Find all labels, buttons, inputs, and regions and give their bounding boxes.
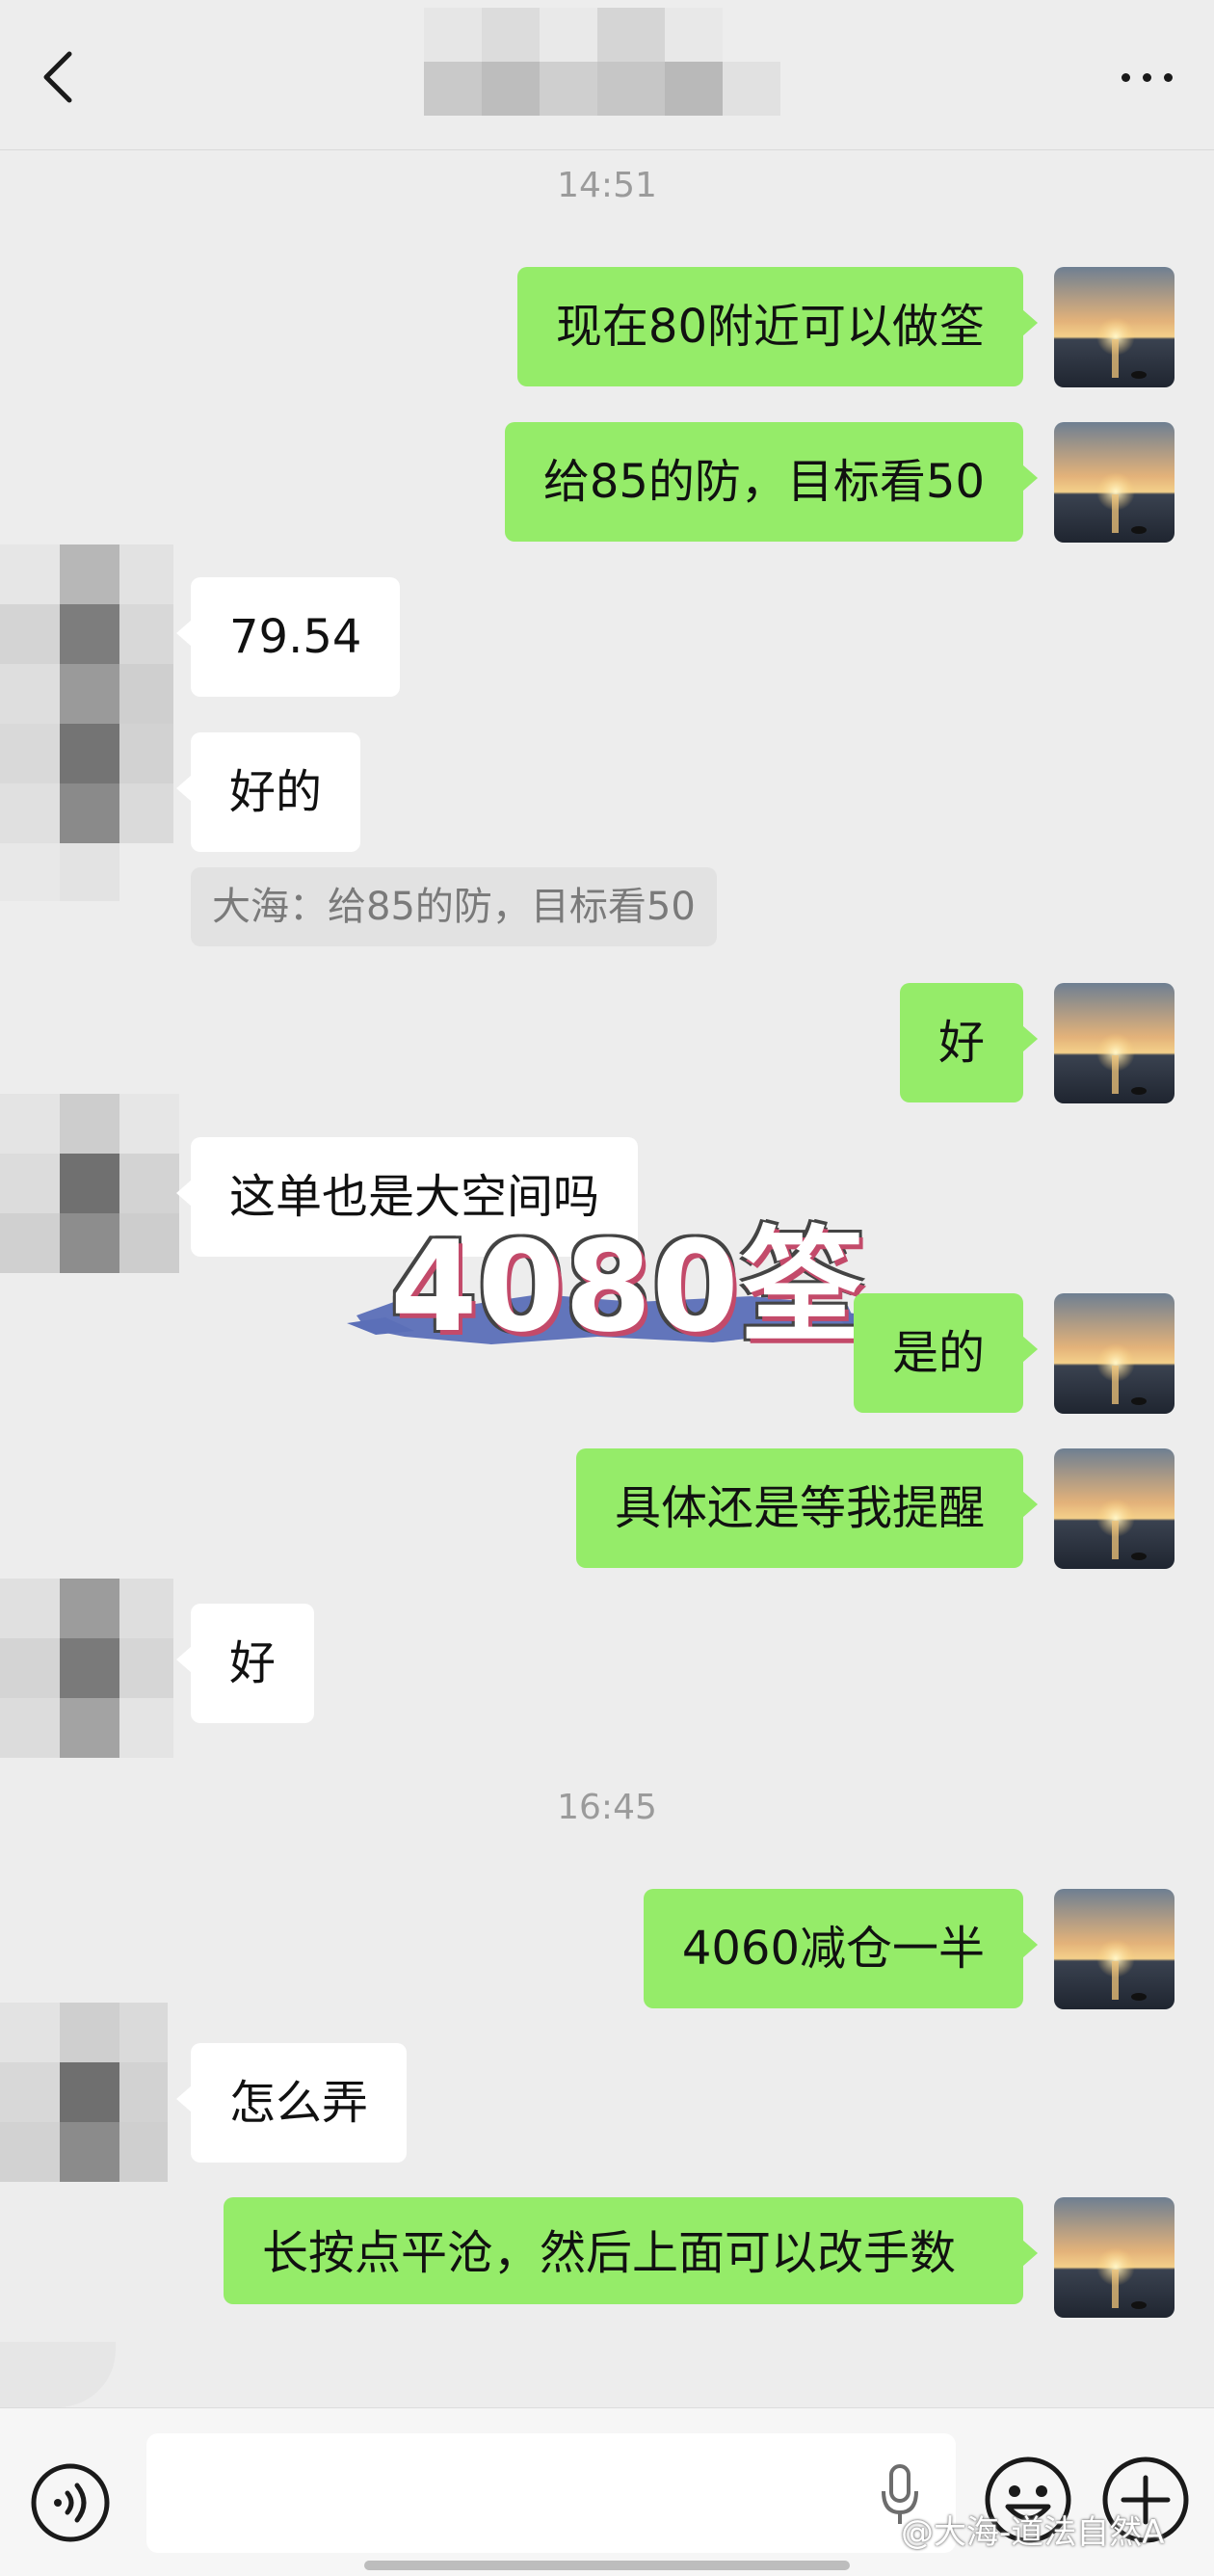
my-avatar[interactable] — [1054, 1448, 1174, 1569]
contact-avatar-blurred[interactable] — [0, 2003, 168, 2186]
message-input[interactable] — [146, 2433, 956, 2553]
watermark: @大海-道法自然A — [901, 2513, 1165, 2552]
message-outgoing[interactable]: 是的 — [853, 1293, 1039, 1413]
message-outgoing[interactable]: 具体还是等我提醒 — [575, 1448, 1039, 1568]
voice-icon[interactable] — [27, 2459, 114, 2546]
message-incoming[interactable]: 79.54 — [175, 577, 401, 697]
chevron-left-icon[interactable] — [39, 48, 77, 106]
message-outgoing[interactable]: 给85的防，目标看50 — [504, 422, 1039, 542]
my-avatar[interactable] — [1054, 1889, 1174, 2009]
message-outgoing[interactable]: 长按点平沧，然后上面可以改手数 — [224, 2197, 1038, 2304]
contact-avatar-blurred[interactable] — [0, 1094, 179, 1277]
overlay-text: 4080筌 — [390, 1213, 864, 1360]
message-outgoing[interactable]: 现在80附近可以做筌 — [516, 267, 1039, 386]
contact-avatar-blurred[interactable] — [0, 544, 173, 911]
my-avatar[interactable] — [1054, 2197, 1174, 2318]
message-outgoing[interactable]: 4060减仓一半 — [643, 1889, 1039, 2008]
my-avatar[interactable] — [1054, 983, 1174, 1103]
message-outgoing[interactable]: 好 — [899, 983, 1039, 1102]
contact-avatar-blurred[interactable] — [0, 1579, 173, 1762]
quoted-message[interactable]: 大海：给85的防，目标看50 — [191, 867, 717, 946]
home-indicator[interactable] — [364, 2561, 850, 2570]
message-incoming[interactable]: 好 — [175, 1604, 315, 1723]
timestamp: 16:45 — [557, 1788, 657, 1827]
message-incoming[interactable]: 怎么弄 — [175, 2043, 408, 2163]
overlay-sticker: 4080筌 — [347, 1209, 867, 1378]
my-avatar[interactable] — [1054, 267, 1174, 387]
message-incoming[interactable]: 好的 — [175, 732, 361, 852]
my-avatar[interactable] — [1054, 1293, 1174, 1414]
timestamp: 14:51 — [557, 166, 657, 205]
more-horizontal-icon[interactable] — [1118, 66, 1175, 87]
contact-name-blurred — [424, 8, 790, 116]
contact-avatar-blurred — [0, 2342, 116, 2407]
my-avatar[interactable] — [1054, 422, 1174, 543]
